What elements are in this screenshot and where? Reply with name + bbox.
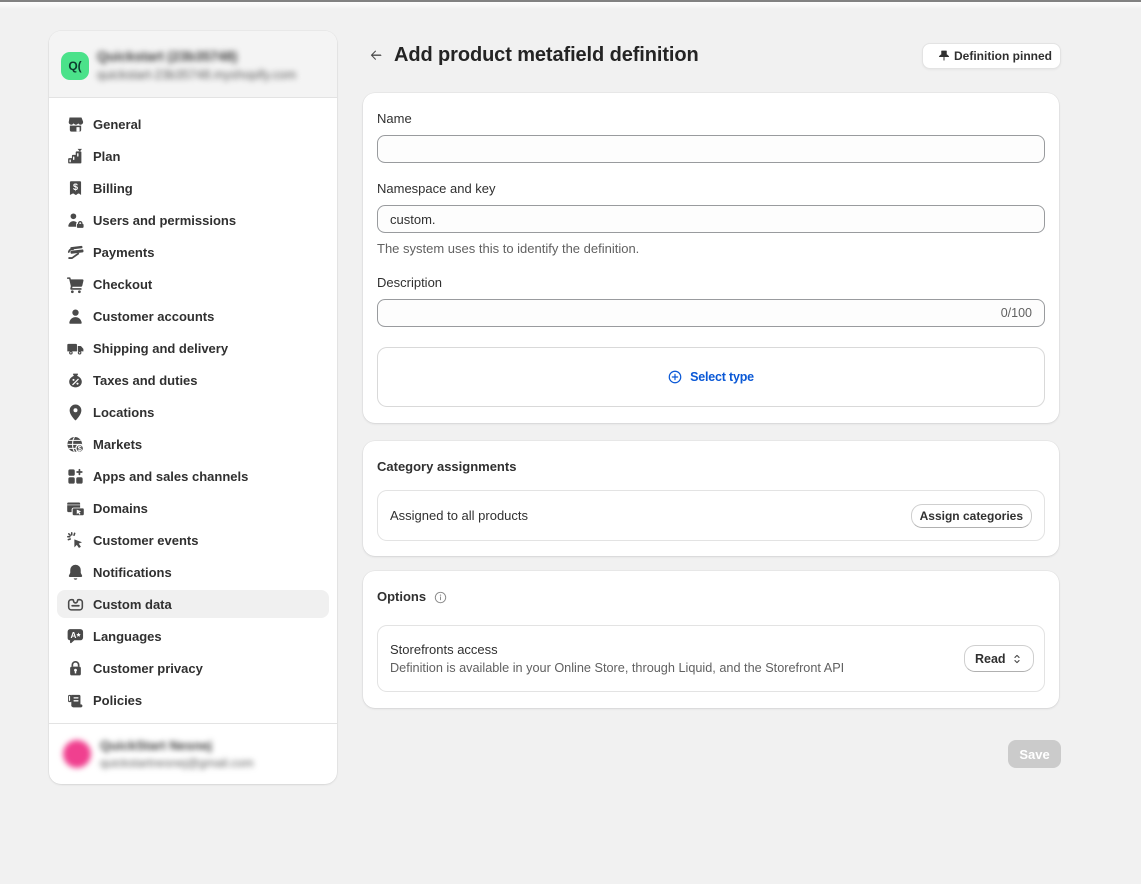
svg-text:A: A <box>70 630 76 639</box>
svg-text:$: $ <box>73 182 78 192</box>
